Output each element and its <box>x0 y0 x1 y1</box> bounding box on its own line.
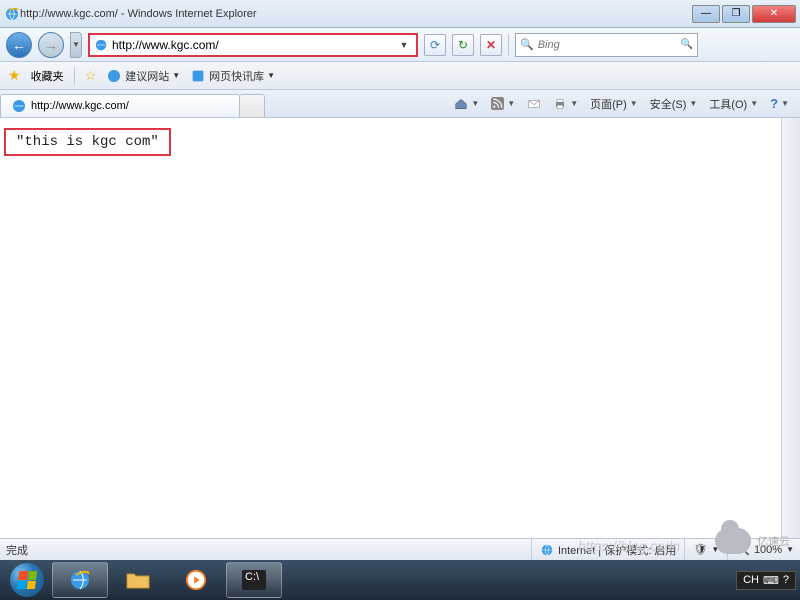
taskbar-item-explorer[interactable] <box>110 562 166 598</box>
page-menu[interactable]: 页面(P)▼ <box>587 94 641 114</box>
taskbar-item-terminal[interactable]: C:\ <box>226 562 282 598</box>
window-title: http://www.kgc.com/ - Windows Internet E… <box>20 8 692 20</box>
language-indicator[interactable]: CH ⌨ ? <box>736 571 796 590</box>
favorites-label[interactable]: 收藏夹 <box>31 68 64 84</box>
chevron-down-icon: ▼ <box>689 99 697 108</box>
suggested-sites-label: 建议网站 <box>125 68 169 84</box>
watermark: 亿速云 <box>715 528 790 554</box>
back-button[interactable]: ← <box>6 32 32 58</box>
close-button[interactable]: ✕ <box>752 5 796 23</box>
print-button[interactable]: ▼ <box>550 95 581 113</box>
status-bar: 完成 Internet | 保护模式: 启用 🛡▼ 🔍 100% ▼ <box>0 538 800 560</box>
status-text: 完成 <box>6 542 28 558</box>
help-icon: ? <box>770 96 778 111</box>
address-dropdown[interactable]: ▼ <box>396 40 412 50</box>
read-mail-button[interactable] <box>524 95 544 113</box>
folder-icon <box>126 570 150 590</box>
search-provider-icon: 🔍 <box>520 38 534 51</box>
new-tab-button[interactable] <box>239 94 265 117</box>
suggested-sites-link[interactable]: 建议网站 ▼ <box>106 68 180 84</box>
page-menu-label: 页面(P) <box>590 96 627 112</box>
tools-menu-label: 工具(O) <box>709 96 747 112</box>
ie-icon <box>68 568 92 592</box>
tab-bar: http://www.kgc.com/ ▼ ▼ ▼ 页面(P)▼ 安全(S)▼ … <box>0 90 800 118</box>
windows-orb-icon <box>10 563 44 597</box>
system-tray: CH ⌨ ? <box>736 571 796 590</box>
browser-tab[interactable]: http://www.kgc.com/ <box>0 94 240 117</box>
chevron-down-icon: ▼ <box>781 99 789 108</box>
feed-icon <box>491 97 504 110</box>
navigation-bar: ← → ▼ ▼ ⟳ ↻ ✕ 🔍 🔍 <box>0 28 800 62</box>
site-icon <box>106 68 122 84</box>
start-button[interactable] <box>4 562 50 598</box>
taskbar-item-media[interactable] <box>168 562 224 598</box>
chevron-down-icon: ▼ <box>630 99 638 108</box>
home-button[interactable]: ▼ <box>451 95 482 113</box>
cloud-icon <box>715 528 751 554</box>
address-bar[interactable]: ▼ <box>88 33 418 57</box>
safety-menu[interactable]: 安全(S)▼ <box>647 94 701 114</box>
window-controls: — ❐ ✕ <box>692 5 796 23</box>
chevron-down-icon: ▼ <box>471 99 479 108</box>
forward-button[interactable]: → <box>38 32 64 58</box>
home-icon <box>454 97 468 111</box>
svg-text:C:\: C:\ <box>245 571 260 583</box>
feeds-button[interactable]: ▼ <box>488 95 518 112</box>
maximize-button[interactable]: ❐ <box>722 5 750 23</box>
help-button[interactable]: ?▼ <box>767 94 792 113</box>
chevron-down-icon: ▼ <box>267 71 275 80</box>
page-body-text: "this is kgc com" <box>4 128 171 156</box>
chevron-down-icon: ▼ <box>570 99 578 108</box>
divider <box>508 34 509 56</box>
window-titlebar: http://www.kgc.com/ - Windows Internet E… <box>0 0 800 28</box>
status-blocker[interactable]: 🛡▼ <box>684 539 719 560</box>
web-slice-label: 网页快讯库 <box>209 68 264 84</box>
taskbar: C:\ CH ⌨ ? <box>0 560 800 600</box>
tools-menu[interactable]: 工具(O)▼ <box>706 94 761 114</box>
nav-history-dropdown[interactable]: ▼ <box>70 32 82 58</box>
terminal-icon: C:\ <box>242 570 266 590</box>
internet-zone-icon <box>540 543 554 557</box>
search-box[interactable]: 🔍 🔍 <box>515 33 698 57</box>
keyboard-icon: ⌨ <box>763 574 779 587</box>
compat-view-button[interactable]: ⟳ <box>424 34 446 56</box>
help-tray-icon: ? <box>783 574 789 586</box>
stop-button[interactable]: ✕ <box>480 34 502 56</box>
print-icon <box>553 97 567 111</box>
search-go-icon[interactable]: 🔍 <box>681 39 693 50</box>
favorites-bar: ★ 收藏夹 ☆ 建议网站 ▼ 网页快讯库 ▼ <box>0 62 800 90</box>
mail-icon <box>527 97 541 111</box>
refresh-button[interactable]: ↻ <box>452 34 474 56</box>
page-favicon <box>94 38 108 52</box>
favorites-star-icon[interactable]: ★ <box>8 67 21 84</box>
safety-menu-label: 安全(S) <box>650 96 687 112</box>
media-player-icon <box>185 569 207 591</box>
address-input[interactable] <box>112 38 396 52</box>
ie-icon <box>4 6 20 22</box>
shield-icon: 🛡 <box>693 543 707 556</box>
divider <box>74 67 75 85</box>
page-content: "this is kgc com" <box>0 118 800 538</box>
ghost-url-watermark: https://blog.csdn <box>578 538 680 554</box>
add-favorite-icon[interactable]: ☆ <box>85 68 97 84</box>
slice-icon <box>190 68 206 84</box>
chevron-down-icon: ▼ <box>750 99 758 108</box>
command-bar: ▼ ▼ ▼ 页面(P)▼ 安全(S)▼ 工具(O)▼ ?▼ <box>265 90 800 117</box>
chevron-down-icon: ▼ <box>507 99 515 108</box>
chevron-down-icon: ▼ <box>172 71 180 80</box>
watermark-text: 亿速云 <box>757 533 790 549</box>
tab-title: http://www.kgc.com/ <box>31 100 129 112</box>
language-code: CH <box>743 574 759 586</box>
search-input[interactable] <box>538 39 681 51</box>
tab-favicon <box>11 98 27 114</box>
web-slice-link[interactable]: 网页快讯库 ▼ <box>190 68 275 84</box>
taskbar-item-ie[interactable] <box>52 562 108 598</box>
minimize-button[interactable]: — <box>692 5 720 23</box>
